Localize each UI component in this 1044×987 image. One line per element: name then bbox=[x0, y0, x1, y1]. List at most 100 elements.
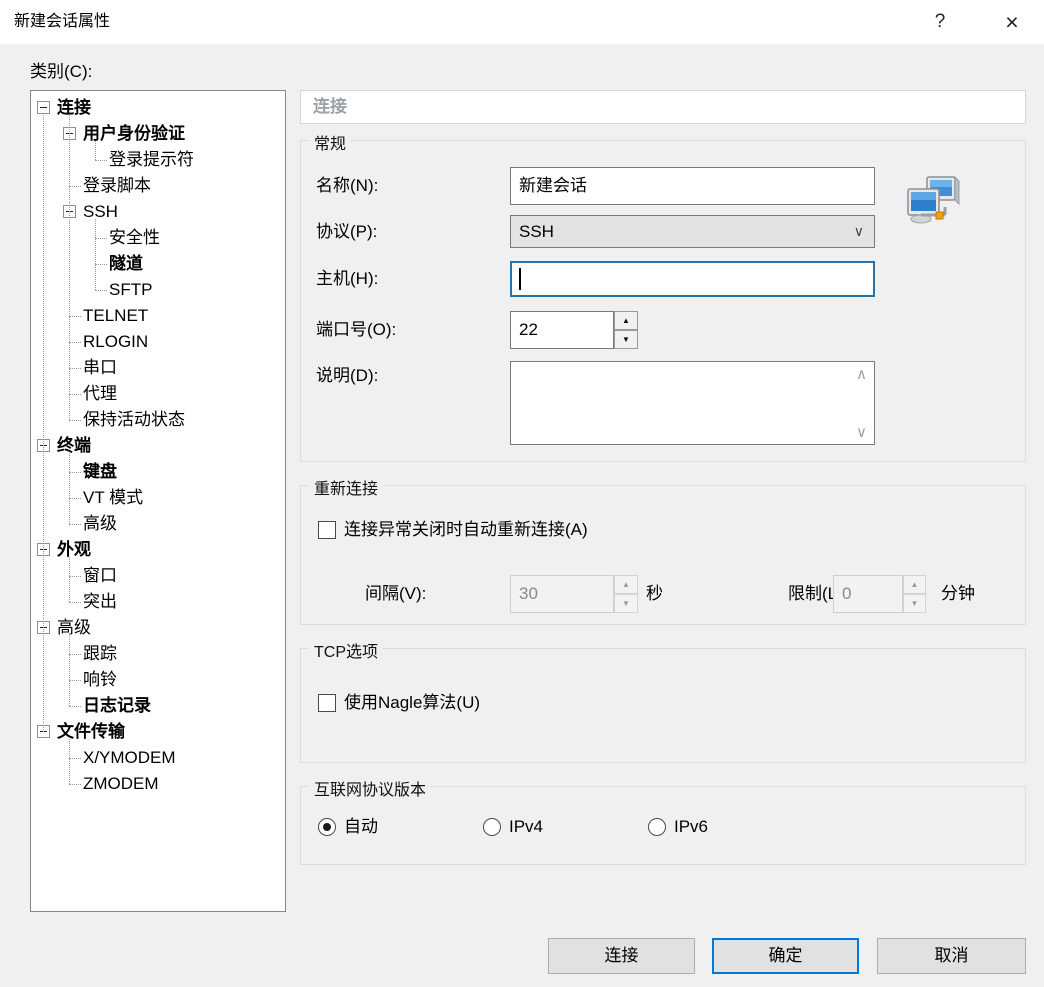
tree-item-0[interactable]: 连接 bbox=[31, 95, 285, 121]
protocol-select[interactable]: SSH ∨ bbox=[510, 215, 875, 248]
port-label: 端口号(O): bbox=[316, 320, 397, 339]
session-network-icon bbox=[903, 176, 961, 233]
tree-item-19[interactable]: 突出 bbox=[31, 589, 285, 615]
radio-ip-2-label: IPv6 bbox=[674, 817, 709, 836]
connect-button[interactable]: 连接 bbox=[548, 938, 695, 974]
tree-item-7[interactable]: SFTP bbox=[31, 277, 285, 303]
tree-item-13[interactable]: 终端 bbox=[31, 433, 285, 459]
nagle-checkbox[interactable] bbox=[318, 694, 336, 712]
tree-item-18[interactable]: 窗口 bbox=[31, 563, 285, 589]
tree-item-label: ZMODEM bbox=[83, 774, 159, 793]
tree-item-6[interactable]: 隧道 bbox=[31, 251, 285, 277]
tree-connector bbox=[69, 524, 81, 525]
dialog-title: 新建会话属性 bbox=[14, 13, 111, 30]
radio-ip-0[interactable] bbox=[318, 818, 336, 836]
scroll-down-icon[interactable]: ∨ bbox=[856, 423, 867, 441]
minus-glyph bbox=[40, 731, 47, 732]
tree-item-26[interactable]: ZMODEM bbox=[31, 771, 285, 797]
tree-item-14[interactable]: 键盘 bbox=[31, 459, 285, 485]
tree-item-label: 登录提示符 bbox=[109, 150, 194, 169]
tree-item-label: 连接 bbox=[57, 98, 91, 117]
tree-item-label: 高级 bbox=[57, 618, 91, 637]
radio-ip-1[interactable] bbox=[483, 818, 501, 836]
minus-glyph bbox=[66, 133, 73, 134]
tree-item-label: X/YMODEM bbox=[83, 748, 176, 767]
interval-label: 间隔(V): bbox=[365, 584, 427, 603]
minus-glyph bbox=[40, 107, 47, 108]
tree-item-label: 隧道 bbox=[109, 254, 143, 273]
port-stepper: ▲ ▼ bbox=[614, 311, 638, 349]
tree-item-17[interactable]: 外观 bbox=[31, 537, 285, 563]
tree-item-1[interactable]: 用户身份验证 bbox=[31, 121, 285, 147]
tree-item-12[interactable]: 保持活动状态 bbox=[31, 407, 285, 433]
tree-item-label: 登录脚本 bbox=[83, 176, 151, 195]
minus-glyph bbox=[40, 627, 47, 628]
collapse-icon[interactable] bbox=[37, 439, 50, 452]
tree-item-10[interactable]: 串口 bbox=[31, 355, 285, 381]
name-value: 新建会话 bbox=[519, 176, 587, 195]
scroll-up-icon[interactable]: ∧ bbox=[856, 365, 867, 383]
collapse-icon[interactable] bbox=[63, 127, 76, 140]
radio-ip-2[interactable] bbox=[648, 818, 666, 836]
collapse-icon[interactable] bbox=[63, 205, 76, 218]
description-label: 说明(D): bbox=[316, 366, 379, 385]
cancel-button[interactable]: 取消 bbox=[877, 938, 1026, 974]
tree-item-11[interactable]: 代理 bbox=[31, 381, 285, 407]
tree-item-label: 文件传输 bbox=[57, 722, 125, 741]
tree-connector bbox=[95, 160, 107, 161]
interval-stepper: ▲ ▼ bbox=[614, 575, 638, 613]
tree-item-label: 安全性 bbox=[109, 228, 160, 247]
description-textarea[interactable]: ∧ ∨ bbox=[510, 361, 875, 445]
collapse-icon[interactable] bbox=[37, 725, 50, 738]
tree-item-20[interactable]: 高级 bbox=[31, 615, 285, 641]
port-input[interactable]: 22 bbox=[510, 311, 614, 349]
tree-connector bbox=[69, 368, 81, 369]
category-tree[interactable]: 连接用户身份验证登录提示符登录脚本 SSH 安全性隧道 SFTP TELNET RLOGI… bbox=[30, 90, 286, 912]
tree-item-label: SSH bbox=[83, 202, 118, 221]
spin-down-button[interactable]: ▼ bbox=[614, 330, 638, 349]
tree-item-16[interactable]: 高级 bbox=[31, 511, 285, 537]
collapse-icon[interactable] bbox=[37, 543, 50, 556]
interval-input: 30 bbox=[510, 575, 614, 613]
name-label: 名称(N): bbox=[316, 176, 379, 195]
tree-item-label: 高级 bbox=[83, 514, 117, 533]
tree-connector bbox=[69, 394, 81, 395]
tree-item-label: RLOGIN bbox=[83, 332, 149, 351]
spin-up-button[interactable]: ▲ bbox=[614, 311, 638, 330]
tree-item-24[interactable]: 文件传输 bbox=[31, 719, 285, 745]
name-input[interactable]: 新建会话 bbox=[510, 167, 875, 205]
interval-value: 30 bbox=[519, 584, 538, 603]
tree-connector bbox=[69, 316, 81, 317]
tree-item-25[interactable]: X/YMODEM bbox=[31, 745, 285, 771]
tree-item-2[interactable]: 登录提示符 bbox=[31, 147, 285, 173]
minus-glyph bbox=[66, 211, 73, 212]
tree-connector bbox=[95, 290, 107, 291]
tree-item-3[interactable]: 登录脚本 bbox=[31, 173, 285, 199]
help-icon[interactable]: ? bbox=[918, 0, 962, 44]
radio-ip-1-label: IPv4 bbox=[509, 817, 544, 836]
minus-glyph bbox=[40, 445, 47, 446]
auto-reconnect-checkbox[interactable] bbox=[318, 521, 336, 539]
ok-button[interactable]: 确定 bbox=[712, 938, 859, 974]
limit-input: 0 bbox=[833, 575, 903, 613]
tree-item-21[interactable]: 跟踪 bbox=[31, 641, 285, 667]
tree-item-9[interactable]: RLOGIN bbox=[31, 329, 285, 355]
tree-item-4[interactable]: SSH bbox=[31, 199, 285, 225]
spin-down-icon: ▼ bbox=[622, 599, 630, 608]
close-icon[interactable]: × bbox=[988, 0, 1036, 44]
chevron-down-icon: ∨ bbox=[853, 223, 864, 239]
tree-item-label: 窗口 bbox=[83, 566, 117, 585]
interval-unit: 秒 bbox=[646, 584, 663, 603]
tree-item-5[interactable]: 安全性 bbox=[31, 225, 285, 251]
tree-item-22[interactable]: 响铃 bbox=[31, 667, 285, 693]
group-general-title: 常规 bbox=[309, 130, 352, 154]
protocol-label: 协议(P): bbox=[316, 222, 378, 241]
collapse-icon[interactable] bbox=[37, 101, 50, 114]
limit-unit: 分钟 bbox=[941, 584, 975, 603]
tree-item-15[interactable]: VT 模式 bbox=[31, 485, 285, 511]
tree-item-8[interactable]: TELNET bbox=[31, 303, 285, 329]
collapse-icon[interactable] bbox=[37, 621, 50, 634]
group-tcp-title: TCP选项 bbox=[309, 638, 384, 662]
host-input[interactable] bbox=[510, 261, 875, 297]
tree-item-23[interactable]: 日志记录 bbox=[31, 693, 285, 719]
